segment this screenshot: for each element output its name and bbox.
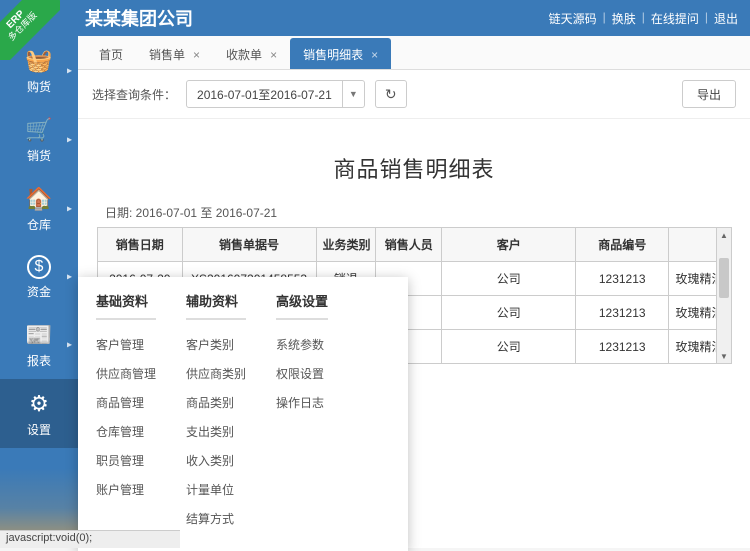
header-links: 链天源码| 换肤| 在线提问| 退出	[549, 10, 738, 27]
col-order-no: 销售单据号	[182, 228, 316, 262]
refresh-icon: ↻	[385, 86, 397, 103]
sidebar-item-label: 资金	[27, 283, 51, 300]
cell-cust: 公司	[442, 296, 576, 330]
close-icon[interactable]: ×	[193, 48, 200, 62]
header-link-logout[interactable]: 退出	[714, 10, 738, 27]
flyout-item[interactable]: 系统参数	[276, 330, 328, 359]
date-range-text: 2016-07-01至2016-07-21	[187, 86, 342, 103]
flyout-item[interactable]: 操作日志	[276, 388, 328, 417]
cell-code: 1231213	[576, 296, 669, 330]
export-label: 导出	[697, 86, 721, 103]
flyout-item[interactable]: 权限设置	[276, 359, 328, 388]
col-biz-type: 业务类别	[316, 228, 376, 262]
flyout-heading: 辅助资料	[186, 291, 246, 320]
cell-cust: 公司	[442, 330, 576, 364]
settings-flyout: 基础资料客户管理供应商管理商品管理仓库管理职员管理账户管理辅助资料客户类别供应商…	[78, 277, 408, 551]
sidebar: 🧺 购货 ▸ 🛒 销货 ▸ 🏠 仓库 ▸ $ 资金 ▸ 📰 报表 ▸ ⚙ 设置	[0, 0, 78, 548]
col-sales-staff: 销售人员	[376, 228, 442, 262]
chevron-down-icon[interactable]: ▼	[342, 80, 364, 108]
tab-label: 首页	[99, 46, 123, 63]
cell-code: 1231213	[576, 330, 669, 364]
basket-icon: 🧺	[25, 48, 52, 74]
flyout-item[interactable]: 账户管理	[96, 475, 156, 504]
header: 某某集团公司 链天源码| 换肤| 在线提问| 退出	[0, 0, 750, 36]
sidebar-item-sales[interactable]: 🛒 销货 ▸	[0, 105, 78, 174]
flyout-column: 辅助资料客户类别供应商类别商品类别支出类别收入类别计量单位结算方式	[186, 291, 246, 533]
sidebar-item-label: 设置	[27, 421, 51, 438]
table-scrollbar[interactable]: ▲ ▼	[716, 227, 732, 364]
sidebar-item-label: 购货	[27, 78, 51, 95]
refresh-button[interactable]: ↻	[375, 80, 407, 108]
table-header-row: 销售日期 销售单据号 业务类别 销售人员 客户 商品编号	[98, 228, 731, 262]
dollar-icon: $	[27, 255, 51, 279]
sidebar-item-settings[interactable]: ⚙ 设置	[0, 379, 78, 448]
sidebar-item-label: 报表	[27, 352, 51, 369]
flyout-item[interactable]: 客户管理	[96, 330, 156, 359]
scroll-thumb[interactable]	[719, 258, 729, 298]
header-link-ask[interactable]: 在线提问	[651, 10, 699, 27]
export-button[interactable]: 导出	[682, 80, 736, 108]
flyout-item[interactable]: 收入类别	[186, 446, 246, 475]
gear-icon: ⚙	[29, 391, 49, 417]
sidebar-item-label: 销货	[27, 147, 51, 164]
flyout-item[interactable]: 供应商类别	[186, 359, 246, 388]
flyout-item[interactable]: 支出类别	[186, 417, 246, 446]
chevron-right-icon: ▸	[67, 271, 72, 282]
flyout-heading: 基础资料	[96, 291, 156, 320]
flyout-item[interactable]: 计量单位	[186, 475, 246, 504]
col-product-code: 商品编号	[576, 228, 669, 262]
flyout-item[interactable]: 结算方式	[186, 504, 246, 533]
tab-label: 收款单	[226, 46, 262, 63]
report-title: 商品销售明细表	[97, 134, 731, 200]
sidebar-item-purchase[interactable]: 🧺 购货 ▸	[0, 36, 78, 105]
flyout-item[interactable]: 职员管理	[96, 446, 156, 475]
flyout-item[interactable]: 仓库管理	[96, 417, 156, 446]
flyout-column: 基础资料客户管理供应商管理商品管理仓库管理职员管理账户管理	[96, 291, 156, 533]
close-icon[interactable]: ×	[270, 48, 277, 62]
flyout-heading: 高级设置	[276, 291, 328, 320]
col-sale-date: 销售日期	[98, 228, 183, 262]
cell-code: 1231213	[576, 262, 669, 296]
flyout-item[interactable]: 商品类别	[186, 388, 246, 417]
chevron-right-icon: ▸	[67, 65, 72, 76]
chevron-right-icon: ▸	[67, 339, 72, 350]
tab-label: 销售明细表	[303, 46, 363, 63]
header-link-source[interactable]: 链天源码	[549, 10, 597, 27]
chevron-right-icon: ▸	[67, 203, 72, 214]
sidebar-item-label: 仓库	[27, 216, 51, 233]
header-link-skin[interactable]: 换肤	[612, 10, 636, 27]
cell-cust: 公司	[442, 262, 576, 296]
tab-home[interactable]: 首页	[86, 38, 136, 69]
tabs: 首页 销售单 × 收款单 × 销售明细表 ×	[78, 36, 750, 70]
statusbar: javascript:void(0);	[0, 530, 180, 548]
report-date-range: 日期: 2016-07-01 至 2016-07-21	[97, 200, 731, 227]
query-label: 选择查询条件：	[92, 86, 176, 103]
app-title: 某某集团公司	[85, 5, 549, 31]
tab-sales-detail[interactable]: 销售明细表 ×	[290, 38, 391, 69]
toolbar: 选择查询条件： 2016-07-01至2016-07-21 ▼ ↻ 导出	[78, 70, 750, 119]
scroll-up-icon[interactable]: ▲	[717, 228, 731, 242]
date-range-picker[interactable]: 2016-07-01至2016-07-21 ▼	[186, 80, 365, 108]
tab-sales-order[interactable]: 销售单 ×	[136, 38, 213, 69]
flyout-item[interactable]: 供应商管理	[96, 359, 156, 388]
sidebar-item-warehouse[interactable]: 🏠 仓库 ▸	[0, 174, 78, 243]
sidebar-item-reports[interactable]: 📰 报表 ▸	[0, 310, 78, 379]
flyout-column: 高级设置系统参数权限设置操作日志	[276, 291, 328, 533]
flyout-item[interactable]: 客户类别	[186, 330, 246, 359]
tab-receipt[interactable]: 收款单 ×	[213, 38, 290, 69]
report-icon: 📰	[25, 322, 52, 348]
scroll-down-icon[interactable]: ▼	[717, 349, 731, 363]
flyout-item[interactable]: 商品管理	[96, 388, 156, 417]
cart-icon: 🛒	[25, 117, 52, 143]
sidebar-item-funds[interactable]: $ 资金 ▸	[0, 243, 78, 310]
house-icon: 🏠	[25, 186, 52, 212]
tab-label: 销售单	[149, 46, 185, 63]
col-customer: 客户	[442, 228, 576, 262]
chevron-right-icon: ▸	[67, 134, 72, 145]
close-icon[interactable]: ×	[371, 48, 378, 62]
